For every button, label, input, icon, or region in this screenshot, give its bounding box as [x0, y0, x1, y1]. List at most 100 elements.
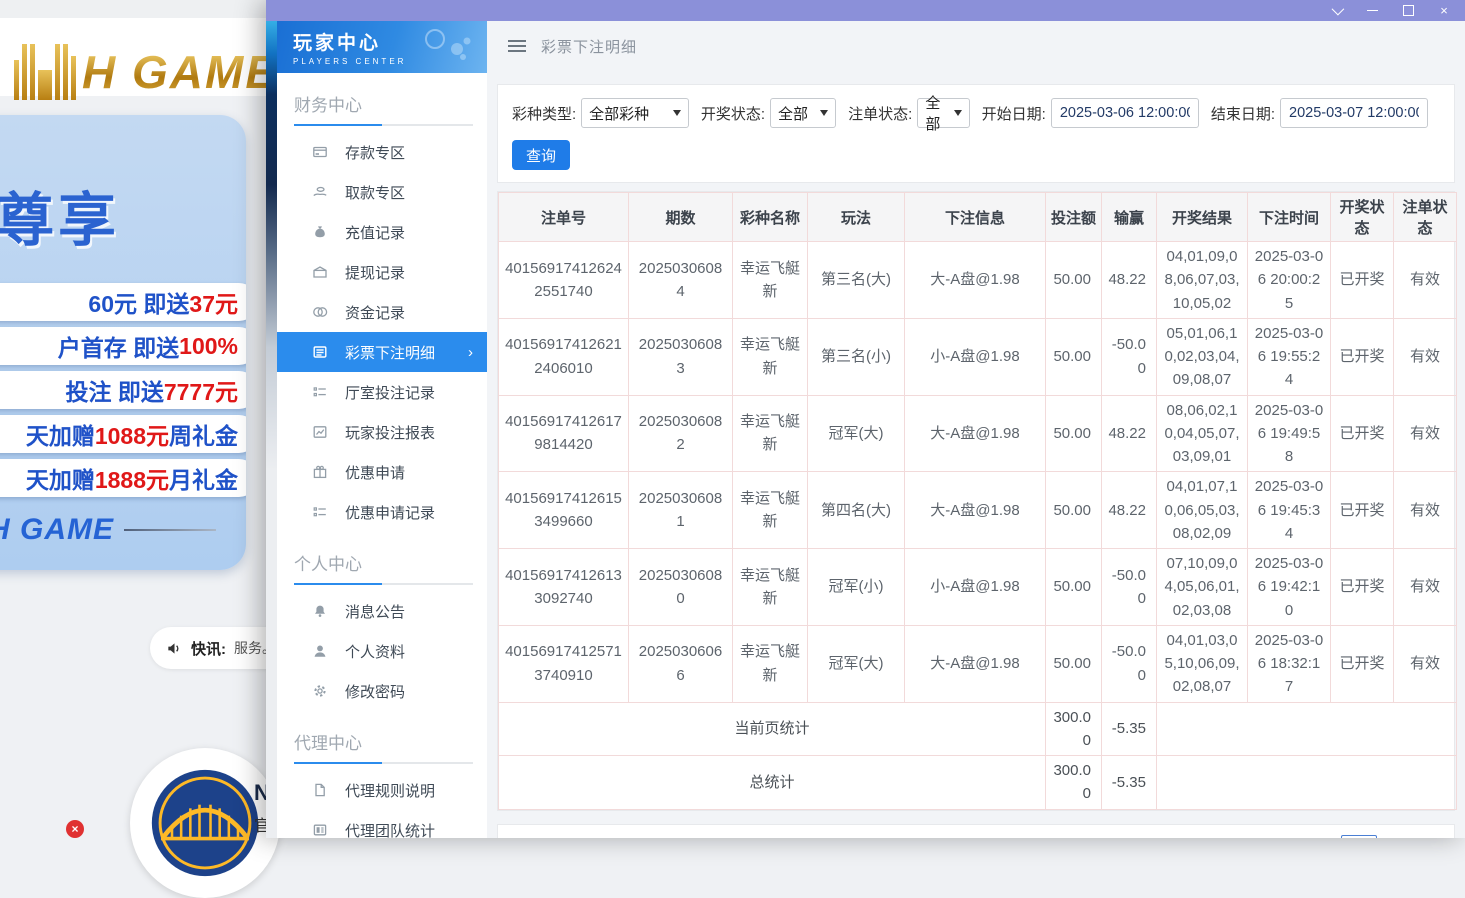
- sidebar-item-list[interactable]: 彩票下注明细›: [277, 332, 487, 372]
- sidebar-section-label: 个人中心: [277, 546, 487, 583]
- table-cell: 401569174126153499660: [499, 472, 629, 549]
- summary-label: 当前页统计: [499, 702, 1046, 756]
- promo-hgame-logo: H GAME: [0, 513, 216, 547]
- clipboard-icon: [312, 504, 328, 520]
- table-cell: 已开奖: [1331, 395, 1394, 472]
- section-underline: [294, 124, 473, 126]
- table-cell: 已开奖: [1331, 318, 1394, 395]
- card-icon: [312, 144, 328, 160]
- clipboard-icon: [312, 384, 328, 400]
- table-cell: 2025-03-06 19:45:34: [1248, 472, 1331, 549]
- table-header-cell: 注单号: [499, 193, 629, 242]
- draw-status-select[interactable]: 全部: [770, 98, 836, 128]
- summary-row: 总统计300.00-5.35: [499, 756, 1457, 810]
- promo-banner-card: 尊享 60元 即送37元户首存 即送100%投注 即送7777元天加赠1088元…: [0, 115, 246, 570]
- sidebar-item-gift[interactable]: 优惠申请: [277, 452, 487, 492]
- table-cell: 401569174126242551740: [499, 242, 629, 319]
- sidebar-item-label: 提现记录: [345, 262, 405, 283]
- end-date-input[interactable]: [1280, 98, 1428, 128]
- summary-bet-total: 300.00: [1046, 702, 1102, 756]
- table-cell: 50.00: [1046, 395, 1102, 472]
- lottery-type-label: 彩种类型:: [512, 103, 576, 124]
- sidebar-item-clipboard[interactable]: 优惠申请记录: [277, 492, 487, 532]
- table-cell: 有效: [1394, 549, 1457, 626]
- start-date-input[interactable]: [1051, 98, 1199, 128]
- minimize-icon[interactable]: [1365, 4, 1379, 18]
- table-cell: 幸运飞艇新: [733, 625, 808, 702]
- sidebar-item-bell[interactable]: 消息公告: [277, 591, 487, 631]
- sidebar-item-label: 消息公告: [345, 601, 405, 622]
- table-cell: 401569174126133092740: [499, 549, 629, 626]
- table-cell: 冠军(大): [808, 625, 905, 702]
- sidebar-item-file[interactable]: 代理规则说明: [277, 770, 487, 810]
- chevron-down-icon[interactable]: [1329, 4, 1343, 18]
- table-row: 40156917412613309274020250306080幸运飞艇新冠军(…: [499, 549, 1457, 626]
- table-cell: 08,06,02,10,04,05,07,03,09,01: [1157, 395, 1248, 472]
- maximize-icon[interactable]: [1401, 4, 1415, 18]
- sidebar-item-chart[interactable]: 玩家投注报表: [277, 412, 487, 452]
- lottery-type-select[interactable]: 全部彩种: [581, 98, 689, 128]
- filter-panel: 彩种类型: 全部彩种 开奖状态: 全部 注单状态: 全部 开始日期: 结束日期:: [497, 84, 1455, 183]
- sidebar-item-label: 资金记录: [345, 302, 405, 323]
- table-cell: 2025-03-06 19:55:24: [1248, 318, 1331, 395]
- sidebar-item-gear[interactable]: 修改密码: [277, 671, 487, 711]
- table-cell: -50.00: [1102, 318, 1157, 395]
- promo-logo-text: H GAME: [0, 513, 114, 547]
- table-cell: 第四名(大): [808, 472, 905, 549]
- table-cell: 50.00: [1046, 625, 1102, 702]
- sidebar-item-wallet[interactable]: 提现记录: [277, 252, 487, 292]
- promo-pill: 天加赠1088元周礼金: [0, 415, 246, 453]
- sidebar-item-label: 充值记录: [345, 222, 405, 243]
- gear-icon: [312, 683, 328, 699]
- sidebar-item-user[interactable]: 个人资料: [277, 631, 487, 671]
- sidebar-item-hand-coin[interactable]: 取款专区: [277, 172, 487, 212]
- promo-pill-text: 1888元: [95, 461, 169, 495]
- promo-pill-text: 7777元: [164, 373, 238, 407]
- money-bag-icon: [312, 224, 328, 240]
- close-icon[interactable]: ×: [1437, 4, 1451, 18]
- table-header-cell: 输赢: [1102, 193, 1157, 242]
- table-cell: 07,10,09,04,05,06,01,02,03,08: [1157, 549, 1248, 626]
- main-content: 彩票下注明细 彩种类型: 全部彩种 开奖状态: 全部 注单状态: 全部: [487, 21, 1465, 838]
- table-cell: 2025-03-06 18:32:17: [1248, 625, 1331, 702]
- table-cell: -50.00: [1102, 625, 1157, 702]
- table-cell: 幸运飞艇新: [733, 549, 808, 626]
- sidebar-item-card[interactable]: 存款专区: [277, 132, 487, 172]
- sidebar-section: 财务中心存款专区取款专区充值记录提现记录资金记录彩票下注明细›厅室投注记录玩家投…: [277, 87, 487, 532]
- table-cell: 已开奖: [1331, 242, 1394, 319]
- sidebar-item-coins[interactable]: 资金记录: [277, 292, 487, 332]
- bets-table-card: 注单号期数彩种名称玩法下注信息投注额输赢开奖结果下注时间开奖状态注单状态 401…: [497, 191, 1455, 811]
- table-cell: 50.00: [1046, 549, 1102, 626]
- table-cell: 大-A盘@1.98: [905, 395, 1046, 472]
- promo-pill-text: 天加赠: [26, 461, 95, 495]
- order-status-select[interactable]: 全部: [917, 98, 969, 128]
- sidebar-item-money-bag[interactable]: 充值记录: [277, 212, 487, 252]
- ticker-label: 快讯:: [191, 638, 226, 659]
- sidebar: 玩家中心 PLAYERS CENTER 财务中心存款专区取款专区充值记录提现记录…: [277, 21, 487, 838]
- close-badge-icon[interactable]: ×: [66, 820, 84, 838]
- hamburger-menu-icon[interactable]: [508, 40, 526, 52]
- sidebar-item-clipboard[interactable]: 厅室投注记录: [277, 372, 487, 412]
- main-topbar: 彩票下注明细: [487, 21, 1465, 71]
- table-cell: 50.00: [1046, 472, 1102, 549]
- table-cell: 有效: [1394, 472, 1457, 549]
- gamepad-decoration-icon: [417, 27, 477, 67]
- bridge-team-logo-icon: [150, 768, 260, 878]
- speaker-icon: [166, 640, 183, 657]
- sidebar-section: 个人中心消息公告个人资料修改密码: [277, 546, 487, 711]
- promo-pill: 投注 即送7777元: [0, 371, 246, 409]
- sidebar-item-label: 彩票下注明细: [345, 342, 435, 363]
- search-button[interactable]: 查询: [512, 140, 570, 170]
- sidebar-item-stats[interactable]: 代理团队统计: [277, 810, 487, 838]
- table-header-row: 注单号期数彩种名称玩法下注信息投注额输赢开奖结果下注时间开奖状态注单状态: [499, 193, 1457, 242]
- table-cell: 大-A盘@1.98: [905, 242, 1046, 319]
- table-cell: 2025-03-06 20:00:25: [1248, 242, 1331, 319]
- hh-game-logo: H GAME: [14, 44, 278, 100]
- table-header-cell: 投注额: [1046, 193, 1102, 242]
- table-cell: 幸运飞艇新: [733, 472, 808, 549]
- promo-pill-text: 月礼金: [169, 461, 238, 495]
- promo-headline: 尊享: [0, 173, 120, 257]
- bell-icon: [312, 603, 328, 619]
- summary-label: 总统计: [499, 756, 1046, 810]
- sidebar-section-label: 代理中心: [277, 725, 487, 762]
